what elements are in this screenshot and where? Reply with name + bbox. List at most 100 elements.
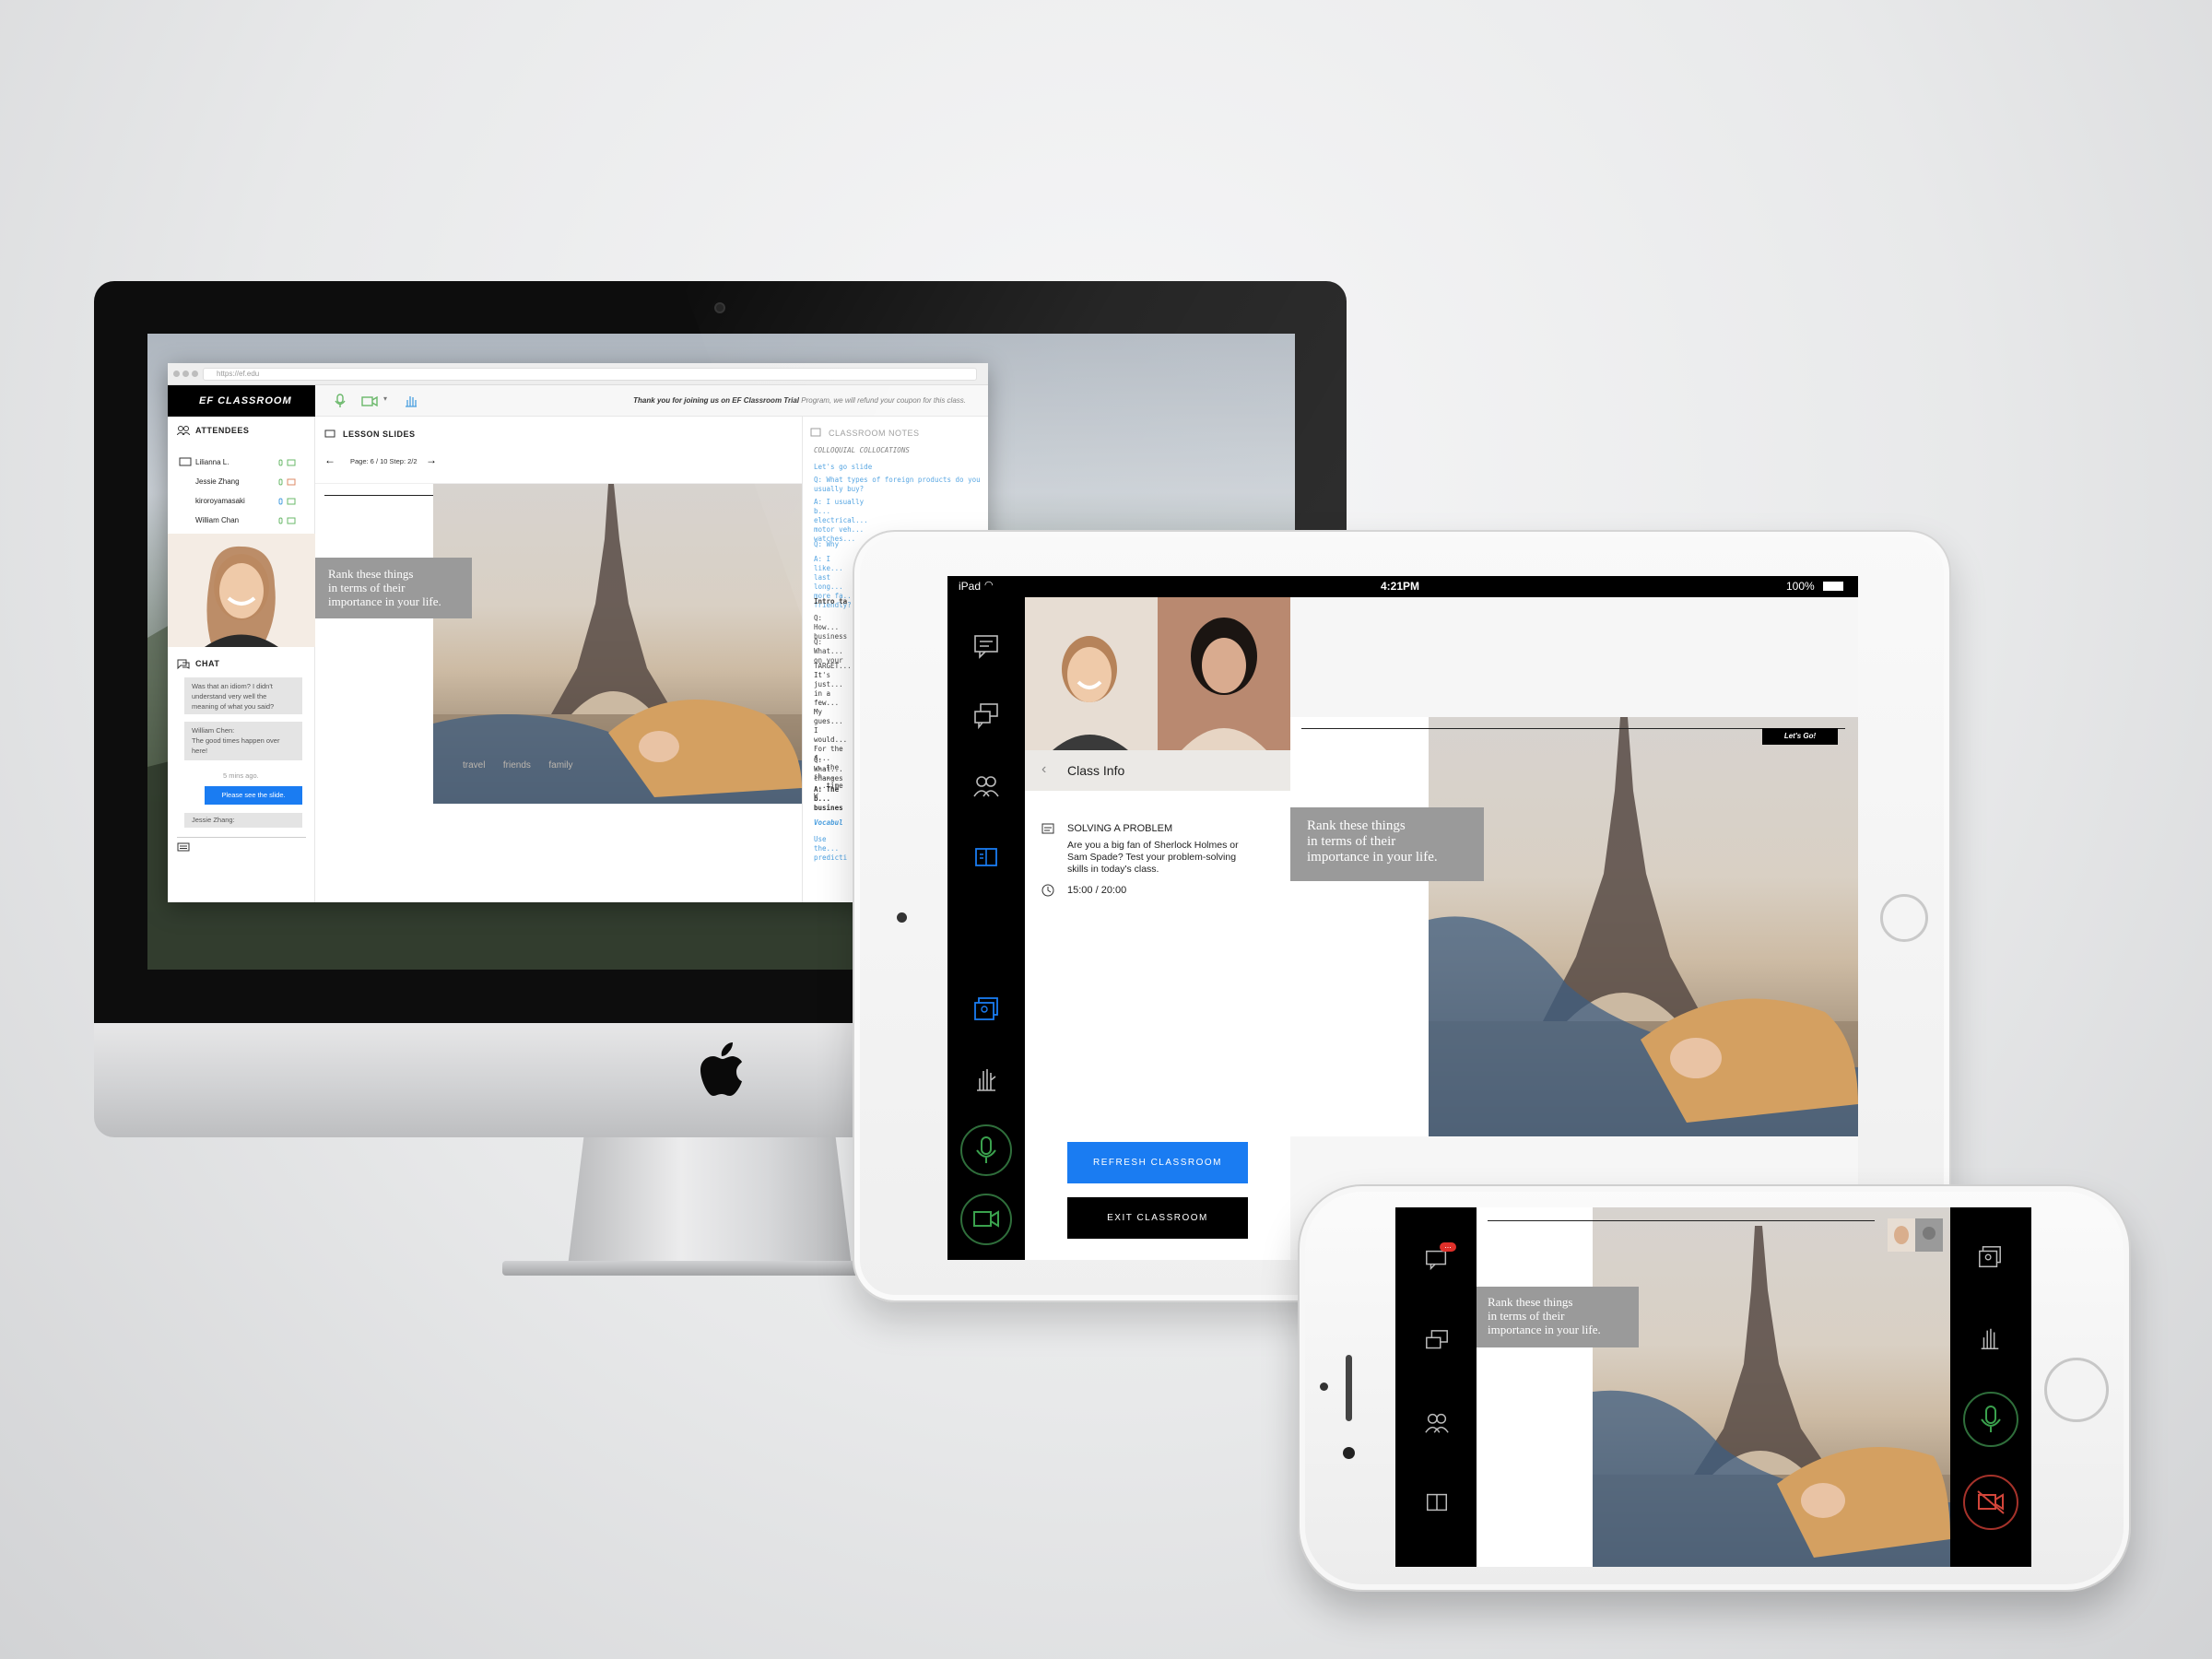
battery-icon <box>1823 582 1843 591</box>
status-time: 4:21PM <box>1381 580 1420 593</box>
chat-message: Jessie Zhang: <box>184 813 302 828</box>
minimize-dot[interactable] <box>182 371 189 377</box>
status-device: iPad <box>959 580 982 593</box>
next-arrow-icon[interactable]: → <box>426 453 437 466</box>
attendees-icon[interactable] <box>972 772 1000 800</box>
note-line: Q: Why <box>814 540 840 548</box>
slide-pager: Page: 6 / 10 Step: 2/2 <box>350 457 418 465</box>
chat-divider <box>177 837 306 838</box>
rank-instruction: Rank these things in terms of their impo… <box>1290 807 1484 881</box>
class-info-title: Class Info <box>1067 763 1125 778</box>
attendees-icon[interactable] <box>1423 1410 1451 1436</box>
chat-author: William Chen: <box>192 726 235 735</box>
chat-icon <box>177 659 190 670</box>
slides-icon[interactable] <box>1976 1244 2004 1270</box>
microphone-icon[interactable] <box>334 394 347 408</box>
trial-notice: Thank you for joining us on EF Classroom… <box>633 396 966 405</box>
note-line: A: I usually b... electrical... motor ve… <box>814 498 868 543</box>
rank-line: importance in your life. <box>1488 1323 1601 1336</box>
ipad-status-bar: iPad ◠ 4:21PM 100% <box>947 576 1858 597</box>
note-line: COLLOQUIAL COLLOCATIONS <box>814 446 910 454</box>
chat-message: William Chen: The good times happen over… <box>184 722 302 760</box>
lesson-description: Are you a big fan of Sherlock Holmes or … <box>1067 840 1239 875</box>
slides-icon <box>324 429 335 438</box>
teacher-video <box>168 534 315 647</box>
chat-message: Was that an idiom? I didn't understand v… <box>184 677 302 714</box>
iphone-slide-stage: Rank these things in terms of their impo… <box>1477 1207 1950 1567</box>
class-info-header[interactable]: ‹ Class Info <box>1025 750 1290 791</box>
rank-line: in terms of their <box>1488 1309 1565 1323</box>
class-info-panel: ‹ Class Info SOLVING A PROBLEM Are you a… <box>1025 597 1290 1260</box>
ipad-slide-stage: Let's Go! Rank these things in terms of … <box>1290 597 1858 1260</box>
app-brand: EF CLASSROOM <box>168 385 315 417</box>
slide-rule <box>1488 1220 1875 1221</box>
rank-instruction: Rank these things in terms of their impo… <box>315 558 472 618</box>
attendees-title: ATTENDEES <box>195 426 250 435</box>
class-info-icon[interactable] <box>972 843 1000 871</box>
chevron-down-icon[interactable]: ▾ <box>383 394 387 403</box>
browser-toolbar: https://ef.edu <box>168 363 988 385</box>
maximize-dot[interactable] <box>192 371 198 377</box>
video-off-icon <box>1977 1490 2005 1514</box>
slide-photo <box>1593 1207 1950 1567</box>
close-dot[interactable] <box>173 371 180 377</box>
note-line: Vocabul <box>814 818 843 827</box>
wifi-icon: ◠ <box>984 580 994 591</box>
status-battery: 100% <box>1786 580 1815 593</box>
refresh-classroom-button[interactable]: REFRESH CLASSROOM <box>1067 1142 1248 1183</box>
microphone-icon <box>976 1136 996 1163</box>
attendees-icon <box>177 426 190 435</box>
slide-canvas: Let's Go! Rank these things in terms of … <box>315 483 802 804</box>
raise-hand-icon[interactable] <box>404 394 418 408</box>
attendee-name[interactable]: William Chan <box>195 516 239 524</box>
rank-line: importance in your life. <box>1307 850 1438 865</box>
rank-instruction: Rank these things in terms of their impo… <box>1477 1287 1639 1347</box>
note-line: A: The b... busines <box>814 785 843 812</box>
address-bar[interactable]: https://ef.edu <box>203 368 977 381</box>
imac-camera <box>714 302 725 313</box>
attendee-name[interactable]: Jessie Zhang <box>195 477 240 486</box>
lets-go-button[interactable]: Let's Go! <box>1762 728 1838 745</box>
class-info-icon[interactable] <box>1423 1489 1451 1515</box>
camera-icon[interactable] <box>361 396 378 406</box>
chat-message-mine: Please see the slide. <box>205 786 302 805</box>
chat-text: The good times happen over here! <box>192 736 280 755</box>
ipad-home-button[interactable] <box>1880 894 1928 942</box>
lesson-panel: LESSON SLIDES ← Page: 6 / 10 Step: 2/2 →… <box>315 417 802 902</box>
chat-icon[interactable] <box>972 632 1000 660</box>
attendee-name[interactable]: Lilianna L. <box>195 458 229 466</box>
iphone-camera <box>1343 1447 1355 1459</box>
notes-icon <box>810 428 821 437</box>
note-line: Q: What... changes <box>814 756 843 782</box>
rank-line: Rank these things <box>1488 1295 1573 1309</box>
ipad-slide-canvas: Let's Go! Rank these things in terms of … <box>1290 717 1858 1136</box>
discussion-icon[interactable] <box>1423 1329 1451 1355</box>
trial-notice-bold: Thank you for joining us on EF Classroom… <box>633 396 800 405</box>
back-chevron-icon[interactable]: ‹ <box>1041 761 1046 778</box>
video-off-button[interactable] <box>1963 1475 2018 1530</box>
attendee-status-icons <box>278 459 296 524</box>
chat-title: CHAT <box>195 659 220 668</box>
note-line: Q: What types of foreign products do you… <box>814 476 981 493</box>
slide-photo <box>1429 717 1858 1136</box>
attendee-name[interactable]: kiroroyamasaki <box>195 497 245 505</box>
iphone-home-button[interactable] <box>2044 1358 2109 1422</box>
raise-hand-icon[interactable] <box>972 1065 1000 1093</box>
microphone-button[interactable] <box>1963 1392 2018 1447</box>
microphone-button[interactable] <box>960 1124 1012 1176</box>
ipad-screen: iPad ◠ 4:21PM 100% ‹ Class Info SOLVING … <box>947 576 1858 1260</box>
video-button[interactable] <box>960 1194 1012 1245</box>
exit-classroom-button[interactable]: EXIT CLASSROOM <box>1067 1197 1248 1239</box>
previous-arrow-icon[interactable]: ← <box>324 453 335 466</box>
keyboard-icon[interactable] <box>177 842 190 852</box>
slide-top-margin <box>1290 597 1858 717</box>
classroom-notes-title: CLASSROOM NOTES <box>829 429 920 438</box>
rank-line: in terms of their <box>1307 834 1396 849</box>
discussion-icon[interactable] <box>972 702 1000 730</box>
microphone-icon <box>1981 1406 2001 1432</box>
ipad-camera <box>897 912 907 923</box>
raise-hand-icon[interactable] <box>1976 1325 2004 1351</box>
left-sidebar: ATTENDEES Lilianna L. Jessie Zhang kiror… <box>168 417 315 902</box>
slide-word-options: travel friends family <box>463 760 573 771</box>
slides-icon[interactable] <box>972 995 1000 1023</box>
